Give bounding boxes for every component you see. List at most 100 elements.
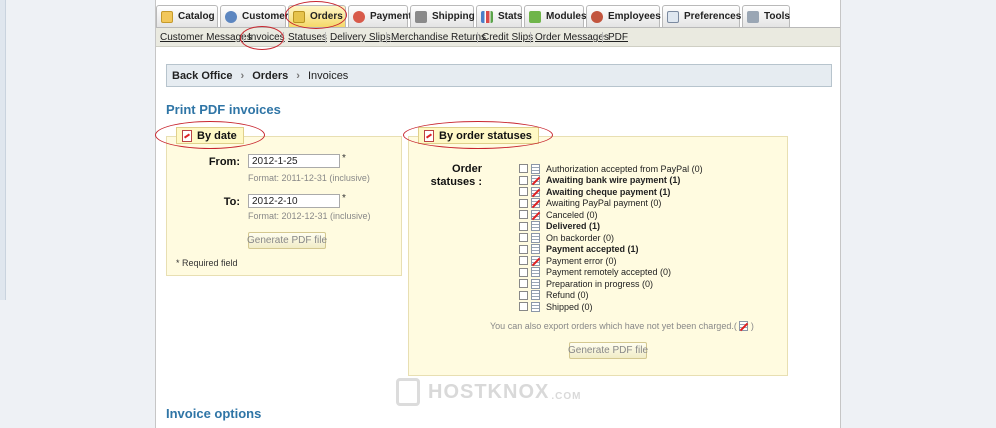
status-option[interactable]: Payment accepted (1) (519, 244, 639, 255)
breadcrumb: Back Office › Orders › Invoices (166, 64, 832, 87)
uncharged-orders-note: You can also export orders which have no… (490, 321, 754, 331)
subnav-credit-slips[interactable]: Credit Slips (482, 32, 533, 43)
subnav-customer-messages[interactable]: Customer Messages (160, 32, 252, 43)
hostknox-watermark: HOSTKNOX .COM (396, 378, 581, 406)
status-option[interactable]: Payment remotely accepted (0) (519, 267, 671, 278)
status-checkbox[interactable] (519, 198, 528, 208)
status-option[interactable]: Awaiting cheque payment (1) (519, 186, 670, 197)
status-option[interactable]: Payment error (0) (519, 255, 617, 266)
status-icon (531, 267, 540, 277)
status-icon (531, 232, 540, 243)
cart-icon (293, 10, 305, 23)
tab-preferences[interactable]: Preferences (662, 5, 742, 27)
status-option[interactable]: Refund (0) (519, 290, 589, 301)
status-checkbox[interactable] (519, 267, 528, 277)
status-checkbox[interactable] (519, 210, 528, 219)
subnav-order-messages[interactable]: Order Messages (535, 32, 609, 43)
tab-stats[interactable]: Stats (476, 5, 522, 27)
subnav-invoices[interactable]: Invoices (248, 32, 285, 43)
subnav-divider (243, 32, 244, 43)
breadcrumb-back-office[interactable]: Back Office (172, 70, 233, 82)
breadcrumb-orders[interactable]: Orders (252, 70, 288, 82)
status-label: Awaiting cheque payment (1) (546, 186, 671, 197)
status-checkbox[interactable] (519, 279, 528, 288)
subnav-pdf[interactable]: PDF (608, 32, 628, 43)
status-checkbox[interactable] (519, 233, 528, 242)
status-checkbox[interactable] (519, 175, 528, 185)
by-date-legend: By date (176, 127, 244, 144)
breadcrumb-current: Invoices (307, 69, 349, 82)
status-checkbox[interactable] (519, 256, 528, 265)
status-checkbox[interactable] (519, 164, 528, 173)
payment-icon (353, 10, 365, 23)
from-format-hint: Format: 2011-12-31 (inclusive) (248, 173, 370, 183)
watermark-text: HOSTKNOX (428, 380, 550, 403)
tab-label: Shipping (432, 11, 475, 22)
subnav-merchandise-returns[interactable]: Merchandise Returns (391, 32, 486, 43)
invoice-options-title: Invoice options (166, 406, 262, 421)
pdf-icon (182, 129, 192, 142)
to-date-input[interactable] (248, 194, 340, 208)
status-label: Awaiting bank wire payment (1) (546, 175, 681, 185)
status-checkbox[interactable] (519, 221, 528, 231)
watermark-suffix: .COM (551, 390, 582, 402)
status-label: Awaiting PayPal payment (0) (546, 198, 662, 208)
status-label: Preparation in progress (0) (546, 278, 654, 289)
tab-payment[interactable]: Payment (348, 5, 412, 27)
subnav-divider (602, 32, 603, 43)
generate-pdf-by-status-button[interactable]: Generate PDF file (568, 342, 648, 359)
status-checkbox[interactable] (519, 187, 528, 196)
status-checkbox[interactable] (519, 302, 528, 311)
status-option[interactable]: Shipped (0) (519, 301, 593, 312)
generate-pdf-by-date-button[interactable]: Generate PDF file (247, 232, 327, 249)
status-icon (531, 209, 540, 220)
subnav-divider (386, 32, 387, 43)
tab-shipping[interactable]: Shipping (410, 5, 475, 27)
status-option[interactable]: Preparation in progress (0) (519, 278, 653, 289)
tab-label: Preferences (684, 11, 742, 22)
tab-tools[interactable]: Tools (742, 5, 790, 27)
subnav-divider (477, 32, 478, 43)
tab-orders[interactable]: Orders (288, 5, 346, 27)
tab-employees[interactable]: Employees (586, 5, 661, 27)
from-date-input[interactable] (248, 154, 340, 168)
status-label: Payment error (0) (546, 255, 617, 266)
tab-modules[interactable]: Modules (524, 5, 587, 27)
status-icon (531, 163, 540, 174)
folder-icon (161, 10, 173, 23)
tab-label: Payment (370, 11, 412, 22)
to-format-hint: Format: 2012-12-31 (inclusive) (248, 211, 371, 221)
status-label: Payment remotely accepted (0) (546, 267, 672, 277)
required-field-note: * Required field (176, 258, 238, 268)
status-option[interactable]: Authorization accepted from PayPal (0) (519, 163, 703, 174)
status-option[interactable]: Awaiting PayPal payment (0) (519, 198, 661, 209)
truck-icon (415, 10, 427, 23)
tab-catalog[interactable]: Catalog (156, 5, 218, 27)
subnav-divider (283, 32, 284, 43)
subnav-statuses[interactable]: Statuses (288, 32, 327, 43)
subnav-divider (325, 32, 326, 43)
status-option[interactable]: On backorder (0) (519, 232, 614, 243)
status-icon (531, 221, 540, 231)
status-option[interactable]: Delivered (1) (519, 221, 600, 232)
status-icon (531, 198, 540, 208)
subnav-divider (530, 32, 531, 43)
subnav-delivery-slips[interactable]: Delivery Slips (330, 32, 391, 43)
status-checkbox[interactable] (519, 244, 528, 254)
status-icon (531, 290, 540, 300)
puzzle-icon (529, 10, 541, 23)
status-option[interactable]: Awaiting bank wire payment (1) (519, 175, 680, 186)
chart-icon (481, 10, 493, 23)
tab-customers[interactable]: Customers (220, 5, 294, 27)
employee-icon (591, 10, 603, 23)
status-icon (531, 175, 540, 185)
status-checkbox[interactable] (519, 290, 528, 300)
required-asterisk: * (342, 153, 346, 164)
status-option[interactable]: Canceled (0) (519, 209, 598, 220)
tab-label: Orders (310, 11, 343, 22)
tab-label: Employees (608, 11, 661, 22)
wrench-icon (747, 10, 759, 23)
tab-label: Stats (498, 11, 523, 22)
status-icon (531, 186, 540, 197)
uncharged-export-icon[interactable] (738, 321, 748, 331)
